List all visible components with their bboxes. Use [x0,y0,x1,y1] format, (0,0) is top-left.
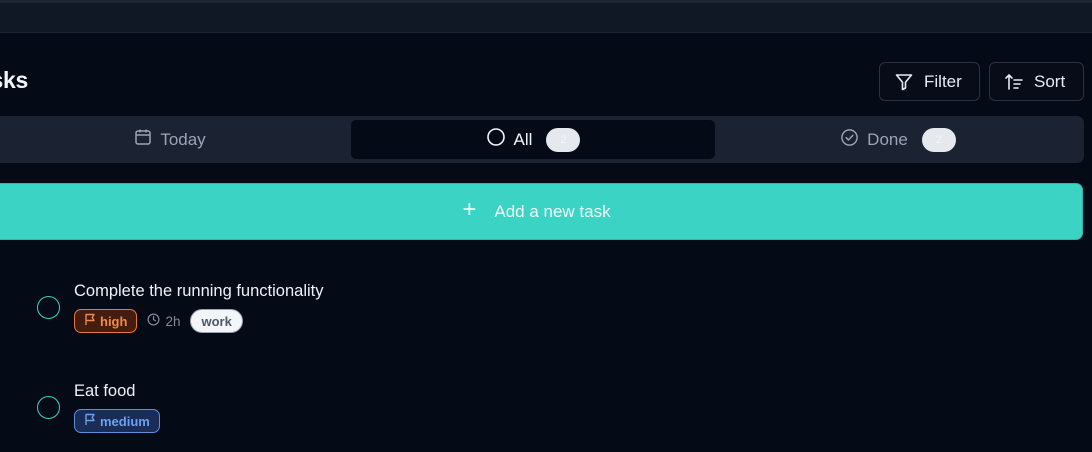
task-meta: medium [74,409,160,433]
priority-label: high [100,313,128,329]
tab-done-label: Done [867,129,908,149]
flag-icon [84,313,96,329]
sort-label: Sort [1034,71,1066,91]
sort-button[interactable]: Sort [989,62,1084,101]
flag-icon [84,413,96,429]
priority-badge: high [74,309,138,333]
task-title[interactable]: Eat food [74,382,135,401]
filter-icon [894,72,914,92]
add-task-button[interactable]: + Add a new task [0,183,1083,240]
tab-today[interactable]: Today [0,120,350,159]
tab-done-count: 2 [921,127,956,152]
task-meta: high 2h work [74,309,243,333]
check-circle-icon [840,128,859,152]
page-title: asks [0,67,28,93]
priority-label: medium [100,413,150,429]
task-checkbox[interactable] [37,296,60,319]
calendar-icon [134,128,152,151]
task-duration: 2h [147,313,180,329]
sort-icon [1004,72,1024,92]
clock-icon [147,313,160,329]
task-tag: work [190,309,243,333]
tab-today-label: Today [160,129,206,149]
filter-button[interactable]: Filter [879,62,980,101]
view-tabs: Today All 2 Done 2 [0,116,1084,163]
tab-all-label: All [513,129,533,149]
top-bar [0,0,1092,33]
tab-all-count: 2 [546,127,581,152]
tab-all[interactable]: All 2 [351,120,715,159]
priority-badge: medium [74,409,160,433]
filter-label: Filter [924,71,962,91]
duration-label: 2h [165,313,181,329]
tab-done[interactable]: Done 2 [716,120,1080,159]
task-checkbox[interactable] [37,396,60,419]
plus-icon: + [462,196,477,223]
task-title[interactable]: Complete the running functionality [74,282,323,301]
add-task-label: Add a new task [494,201,611,221]
circle-icon [486,127,506,152]
